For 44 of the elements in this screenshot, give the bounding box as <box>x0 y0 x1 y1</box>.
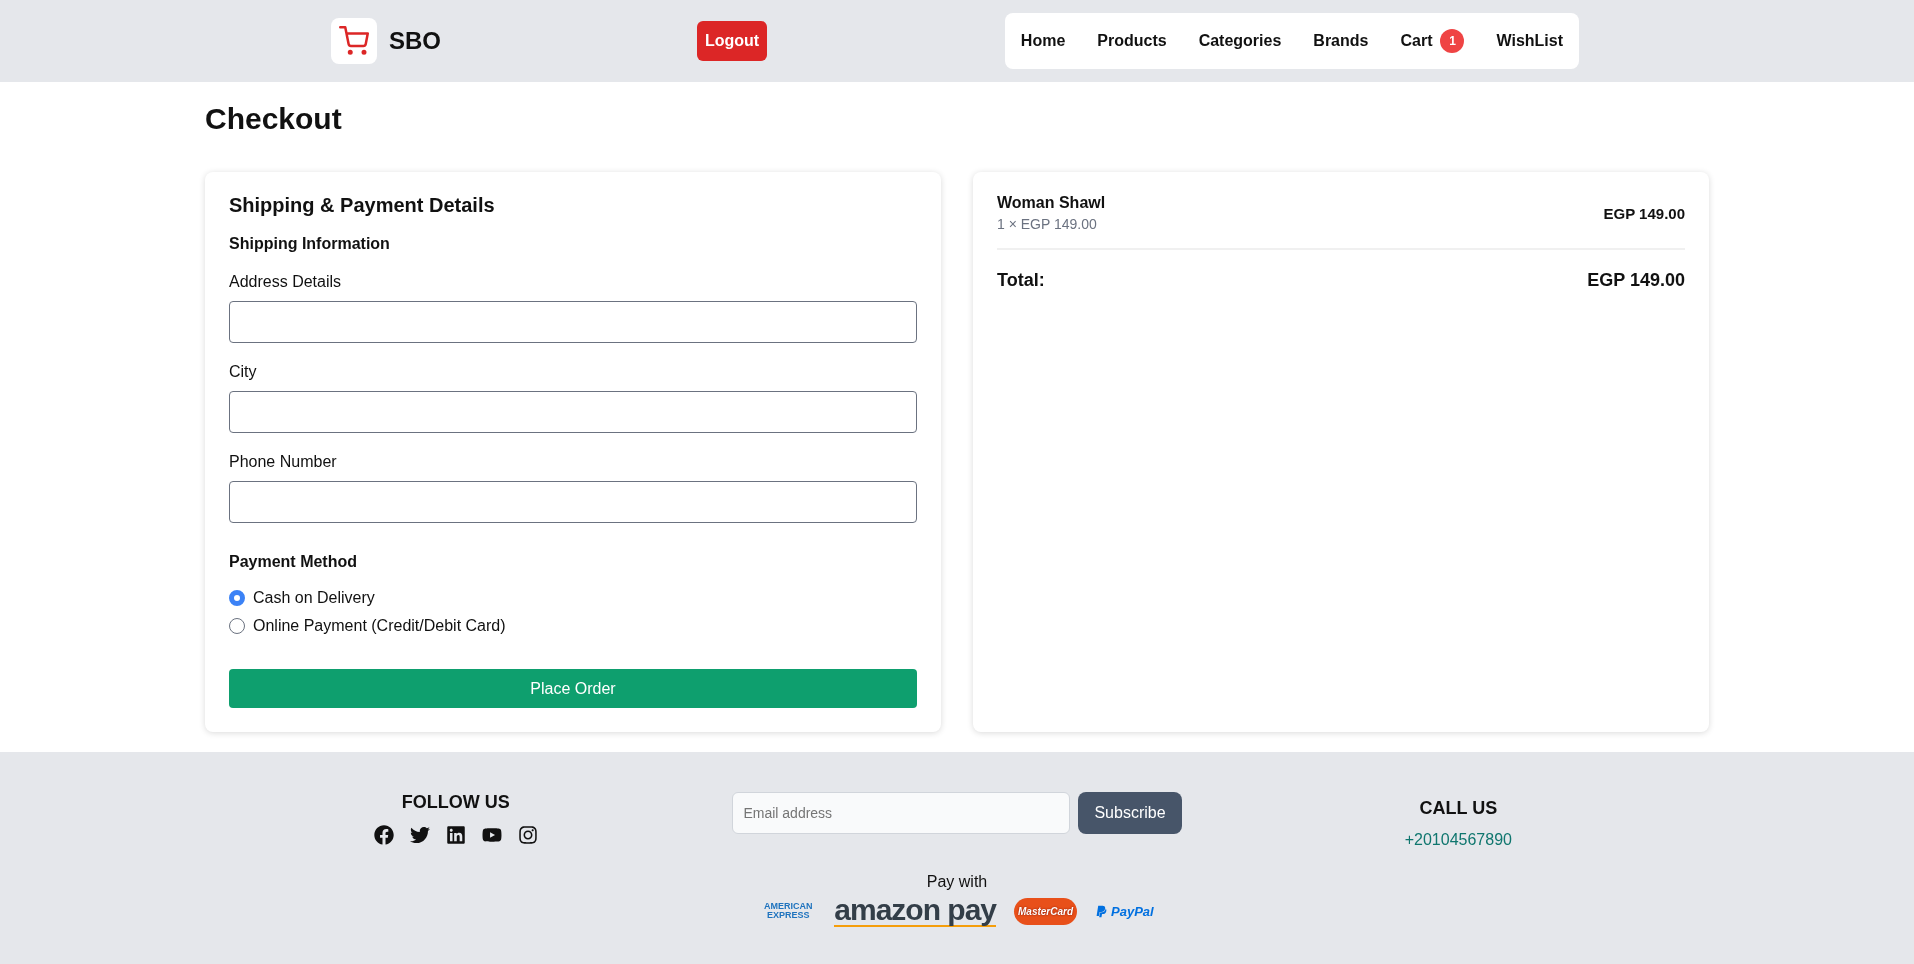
twitter-icon[interactable] <box>409 825 430 845</box>
nav-link[interactable]: WishList <box>1496 32 1563 50</box>
cart-logo-icon[interactable] <box>331 18 377 64</box>
cart-count-badge: 1 <box>1440 29 1465 53</box>
item-price: EGP 149.00 <box>1603 204 1685 222</box>
input-field[interactable] <box>229 481 917 523</box>
nav-link[interactable]: Products <box>1097 32 1167 50</box>
amazon-pay-logo: amazon pay <box>834 895 996 927</box>
subscribe-button[interactable]: Subscribe <box>1078 792 1182 834</box>
facebook-icon[interactable] <box>373 825 394 845</box>
pay-with-label: Pay with <box>926 873 988 891</box>
mastercard-logo: MasterCard <box>1014 897 1078 925</box>
input-field[interactable] <box>229 301 917 343</box>
item-name: Woman Shawl <box>997 194 1106 212</box>
total-amount: EGP 149.00 <box>1587 270 1685 291</box>
paypal-logo: PayPal <box>1095 903 1154 919</box>
phone-link[interactable]: +20104567890 <box>1404 831 1512 849</box>
nav-link[interactable]: Cart 1 <box>1400 29 1465 53</box>
field-label: Phone Number <box>229 453 338 471</box>
section-heading: Shipping Information <box>229 235 391 253</box>
nav-link[interactable]: Home <box>1020 32 1066 50</box>
nav-link[interactable]: Categories <box>1198 32 1282 50</box>
linkedin-icon[interactable] <box>445 825 466 845</box>
email-field[interactable]: Email address <box>732 792 1071 834</box>
card-title: Shipping & Payment Details <box>229 194 496 217</box>
input-field[interactable] <box>229 391 917 433</box>
footer-heading: CALL US <box>1419 798 1498 819</box>
instagram-icon[interactable] <box>517 825 538 845</box>
field-label: City <box>229 363 258 381</box>
logout-button[interactable]: Logout <box>697 21 768 61</box>
footer-heading: FOLLOW US <box>401 792 510 813</box>
field-label: Address Details <box>229 273 343 291</box>
brand-name: SBO <box>389 27 441 55</box>
amex-logo: AMERICAN EXPRESS <box>763 902 814 920</box>
option-label: Online Payment (Credit/Debit Card) <box>253 617 506 635</box>
section-heading: Payment Method <box>229 553 358 571</box>
option-label: Cash on Delivery <box>253 589 375 607</box>
radio-button[interactable] <box>229 590 245 606</box>
youtube-icon[interactable] <box>481 825 502 845</box>
item-quantity: 1 × EGP 149.00 <box>997 216 1098 232</box>
radio-button[interactable] <box>229 618 245 634</box>
nav-link[interactable]: Brands <box>1313 32 1369 50</box>
total-label: Total: <box>997 270 1045 291</box>
page-title: Checkout <box>205 102 343 136</box>
